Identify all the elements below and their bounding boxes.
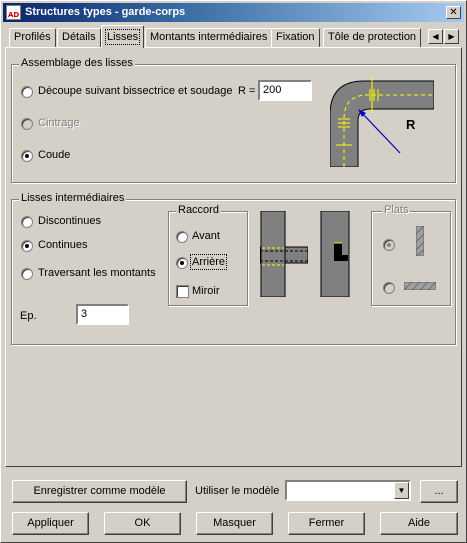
radio-continues-label[interactable]: Continues xyxy=(38,239,88,251)
side-view-diagram xyxy=(320,211,350,297)
radio-arriere[interactable] xyxy=(176,257,188,269)
radio-discontinues-label[interactable]: Discontinues xyxy=(38,215,101,227)
tab-profiles-label: Profilés xyxy=(14,31,51,43)
arrow-left-icon: ◀ xyxy=(432,32,439,41)
tab-profiles[interactable]: Profilés xyxy=(9,28,56,47)
browse-model-button[interactable]: ... xyxy=(420,480,458,503)
radio-traversant-label[interactable]: Traversant les montants xyxy=(38,267,156,279)
radio-plat-horizontal[interactable] xyxy=(383,282,395,294)
radio-coude-label[interactable]: Coude xyxy=(38,149,70,161)
title-bar[interactable]: AD Structures types - garde-corps ✕ xyxy=(3,3,464,22)
radio-decoupe[interactable] xyxy=(21,86,33,98)
ep-label: Ep. xyxy=(20,310,37,322)
group-raccord-title: Raccord xyxy=(176,204,221,216)
close-icon: ✕ xyxy=(449,7,458,18)
radio-traversant[interactable] xyxy=(21,268,33,280)
radio-avant-label[interactable]: Avant xyxy=(192,230,220,242)
radius-input[interactable]: 200 xyxy=(258,80,312,101)
radio-coude[interactable] xyxy=(21,150,33,162)
tab-details-label: Détails xyxy=(62,31,96,43)
close-button[interactable]: Fermer xyxy=(288,512,365,535)
tab-tole[interactable]: Tôle de protection xyxy=(323,28,422,47)
group-intermediaires-title: Lisses intermédiaires xyxy=(19,192,127,204)
ep-input[interactable]: 3 xyxy=(76,304,129,325)
dialog-window: AD Structures types - garde-corps ✕ Prof… xyxy=(0,0,467,543)
radius-diagram-label: R xyxy=(406,117,416,132)
model-combobox-value xyxy=(287,482,290,494)
app-icon-text: AD xyxy=(8,11,20,19)
checkbox-miroir-label[interactable]: Miroir xyxy=(192,285,220,297)
radius-label: R = xyxy=(238,85,256,97)
chevron-down-icon: ▼ xyxy=(397,486,406,495)
radio-discontinues[interactable] xyxy=(21,216,33,228)
group-intermediaires: Lisses intermédiaires Discontinues Conti… xyxy=(11,192,456,345)
tab-lisses-label: Lisses xyxy=(104,29,141,45)
tab-tole-label: Tôle de protection xyxy=(328,31,417,43)
hide-button[interactable]: Masquer xyxy=(196,512,273,535)
group-plats-title: Plats xyxy=(382,204,411,216)
group-plats: Plats xyxy=(371,204,451,306)
close-window-button[interactable]: ✕ xyxy=(446,6,461,19)
radio-cintrage[interactable] xyxy=(21,118,33,130)
elbow-diagram: R xyxy=(330,77,434,167)
window-title: Structures types - garde-corps xyxy=(25,6,186,18)
tab-details[interactable]: Détails xyxy=(57,28,101,47)
tab-panel-lisses: Assemblage des lisses Découpe suivant bi… xyxy=(5,47,462,467)
tab-scroll-right-button[interactable]: ▶ xyxy=(444,29,459,44)
checkbox-miroir[interactable] xyxy=(176,285,189,298)
radio-plat-vertical[interactable] xyxy=(383,239,395,251)
tab-fixation-label: Fixation xyxy=(276,31,315,43)
tab-montants[interactable]: Montants intermédiaires xyxy=(145,28,273,47)
elbow-profile-shape xyxy=(330,80,434,167)
apply-button[interactable]: Appliquer xyxy=(12,512,89,535)
group-assemblage: Assemblage des lisses Découpe suivant bi… xyxy=(11,57,456,183)
combobox-dropdown-button[interactable]: ▼ xyxy=(394,482,409,499)
radio-cintrage-label[interactable]: Cintrage xyxy=(38,117,80,129)
flat-horizontal-icon xyxy=(404,282,436,290)
radio-avant[interactable] xyxy=(176,231,188,243)
radius-arrow xyxy=(359,110,401,154)
save-as-model-button[interactable]: Enregistrer comme modèle xyxy=(12,480,187,503)
flat-vertical-icon xyxy=(416,226,424,256)
tab-lisses[interactable]: Lisses xyxy=(101,25,145,48)
tab-fixation[interactable]: Fixation xyxy=(271,28,320,47)
radio-continues[interactable] xyxy=(21,240,33,252)
tab-scroll-left-button[interactable]: ◀ xyxy=(428,29,443,44)
app-icon: AD xyxy=(6,5,21,20)
group-assemblage-title: Assemblage des lisses xyxy=(19,57,135,69)
arrow-right-icon: ▶ xyxy=(448,32,455,41)
front-view-post xyxy=(260,211,286,297)
radio-decoupe-label[interactable]: Découpe suivant bissectrice et soudage xyxy=(38,85,232,97)
ok-button[interactable]: OK xyxy=(104,512,181,535)
model-combobox[interactable]: ▼ xyxy=(285,480,411,501)
front-view-diagram xyxy=(260,211,308,297)
group-raccord: Raccord Avant Arrière Miroir xyxy=(168,204,248,306)
radio-arriere-label[interactable]: Arrière xyxy=(189,254,228,270)
use-model-label: Utiliser le modèle xyxy=(195,485,280,497)
tab-montants-label: Montants intermédiaires xyxy=(150,31,268,43)
help-button[interactable]: Aide xyxy=(380,512,458,535)
